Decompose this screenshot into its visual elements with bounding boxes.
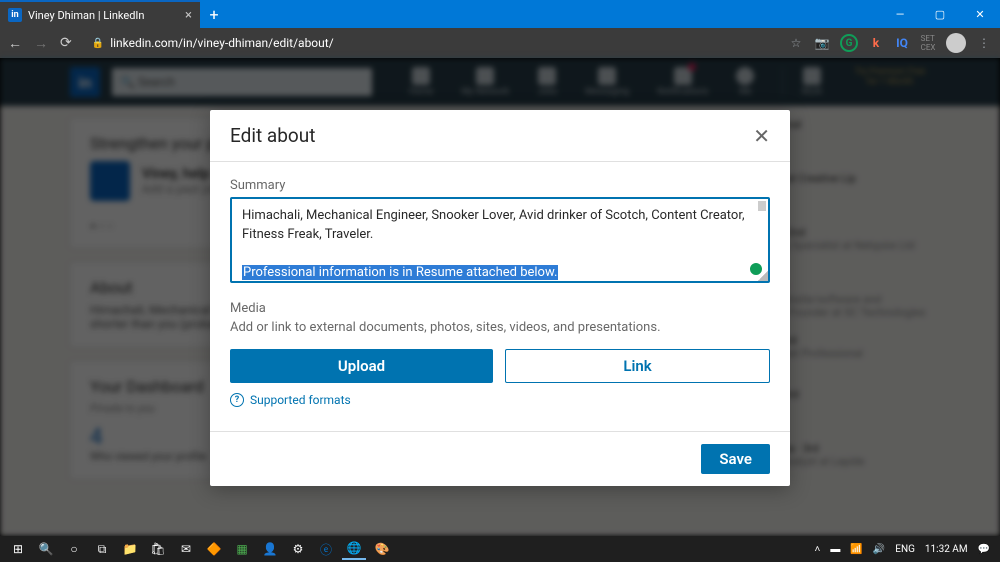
media-description: Add or link to external documents, photo… (230, 320, 770, 335)
taskview-icon[interactable]: ⧉ (90, 538, 114, 560)
start-button[interactable]: ⊞ (6, 538, 30, 560)
battery-icon[interactable]: ▬ (830, 544, 840, 555)
close-icon[interactable]: ✕ (753, 126, 770, 146)
tab-title: Viney Dhiman | LinkedIn (28, 9, 145, 22)
browser-menu-icon[interactable]: ⋮ (976, 35, 992, 51)
linkedin-favicon: in (8, 8, 22, 22)
browser-titlebar: in Viney Dhiman | LinkedIn × + — ▢ ✕ (0, 0, 1000, 28)
url-bar[interactable]: 🔒 linkedin.com/in/viney-dhiman/edit/abou… (92, 36, 334, 50)
set-ext-icon[interactable]: SETCEX (920, 35, 936, 51)
app-icon-2[interactable]: ▦ (230, 538, 254, 560)
summary-label: Summary (230, 178, 770, 193)
explorer-icon[interactable]: 📁 (118, 538, 142, 560)
k-ext-icon[interactable]: k (868, 35, 884, 51)
save-button[interactable]: Save (701, 444, 770, 474)
browser-tab[interactable]: in Viney Dhiman | LinkedIn × (0, 0, 200, 28)
window-close[interactable]: ✕ (960, 0, 1000, 28)
help-icon: ? (230, 393, 244, 407)
browser-address-bar: ← → ⟳ 🔒 linkedin.com/in/viney-dhiman/edi… (0, 28, 1000, 58)
upload-button[interactable]: Upload (230, 349, 493, 383)
modal-overlay: Edit about ✕ Summary Himachali, Mechanic… (0, 58, 1000, 536)
summary-text-line1: Himachali, Mechanical Engineer, Snooker … (242, 208, 745, 242)
nav-reload-icon[interactable]: ⟳ (60, 35, 72, 51)
paint-icon[interactable]: 🎨 (370, 538, 394, 560)
grammarly-ext-icon[interactable]: G (840, 34, 858, 52)
lock-icon: 🔒 (92, 38, 104, 49)
app-icon-1[interactable]: 🔶 (202, 538, 226, 560)
language-indicator[interactable]: ENG (895, 544, 915, 555)
tab-close-icon[interactable]: × (185, 8, 192, 23)
edge-icon[interactable]: ⓔ (314, 538, 338, 560)
app-icon-3[interactable]: 👤 (258, 538, 282, 560)
camera-ext-icon[interactable]: 📷 (814, 35, 830, 51)
supported-formats-link[interactable]: ? Supported formats (230, 393, 770, 407)
new-tab-button[interactable]: + (200, 5, 228, 24)
volume-icon[interactable]: 🔊 (873, 544, 885, 555)
nav-forward-icon: → (34, 35, 48, 52)
modal-title: Edit about (230, 124, 315, 147)
link-button[interactable]: Link (505, 349, 770, 383)
chrome-icon[interactable]: 🌐 (342, 538, 366, 560)
settings-taskbar-icon[interactable]: ⚙ (286, 538, 310, 560)
windows-taskbar: ⊞ 🔍 ○ ⧉ 📁 🛍 ✉ 🔶 ▦ 👤 ⚙ ⓔ 🌐 🎨 ˄ ▬ 📶 🔊 ENG … (0, 536, 1000, 562)
search-taskbar-icon[interactable]: 🔍 (34, 538, 58, 560)
summary-textarea[interactable]: Himachali, Mechanical Engineer, Snooker … (230, 197, 770, 283)
window-maximize[interactable]: ▢ (920, 0, 960, 28)
url-text: linkedin.com/in/viney-dhiman/edit/about/ (110, 36, 333, 50)
wifi-icon[interactable]: 📶 (850, 544, 862, 555)
window-controls: — ▢ ✕ (880, 0, 1000, 28)
textarea-scrollbar[interactable] (758, 201, 766, 211)
notifications-icon[interactable]: 💬 (978, 544, 990, 555)
iq-ext-icon[interactable]: IQ (894, 35, 910, 51)
modal-header: Edit about ✕ (210, 110, 790, 162)
nav-back-icon[interactable]: ← (8, 35, 22, 52)
star-icon[interactable]: ☆ (788, 35, 804, 51)
edit-about-modal: Edit about ✕ Summary Himachali, Mechanic… (210, 110, 790, 486)
clock[interactable]: 11:32 AM (925, 544, 968, 555)
media-label: Media (230, 301, 770, 316)
browser-profile-avatar[interactable] (946, 33, 966, 53)
summary-text-selected: Professional information is in Resume at… (242, 265, 558, 280)
mail-icon[interactable]: ✉ (174, 538, 198, 560)
resize-handle-icon[interactable] (758, 271, 768, 281)
window-minimize[interactable]: — (880, 0, 920, 28)
cortana-icon[interactable]: ○ (62, 538, 86, 560)
tray-expand-icon[interactable]: ˄ (815, 544, 821, 555)
store-icon[interactable]: 🛍 (146, 538, 170, 560)
